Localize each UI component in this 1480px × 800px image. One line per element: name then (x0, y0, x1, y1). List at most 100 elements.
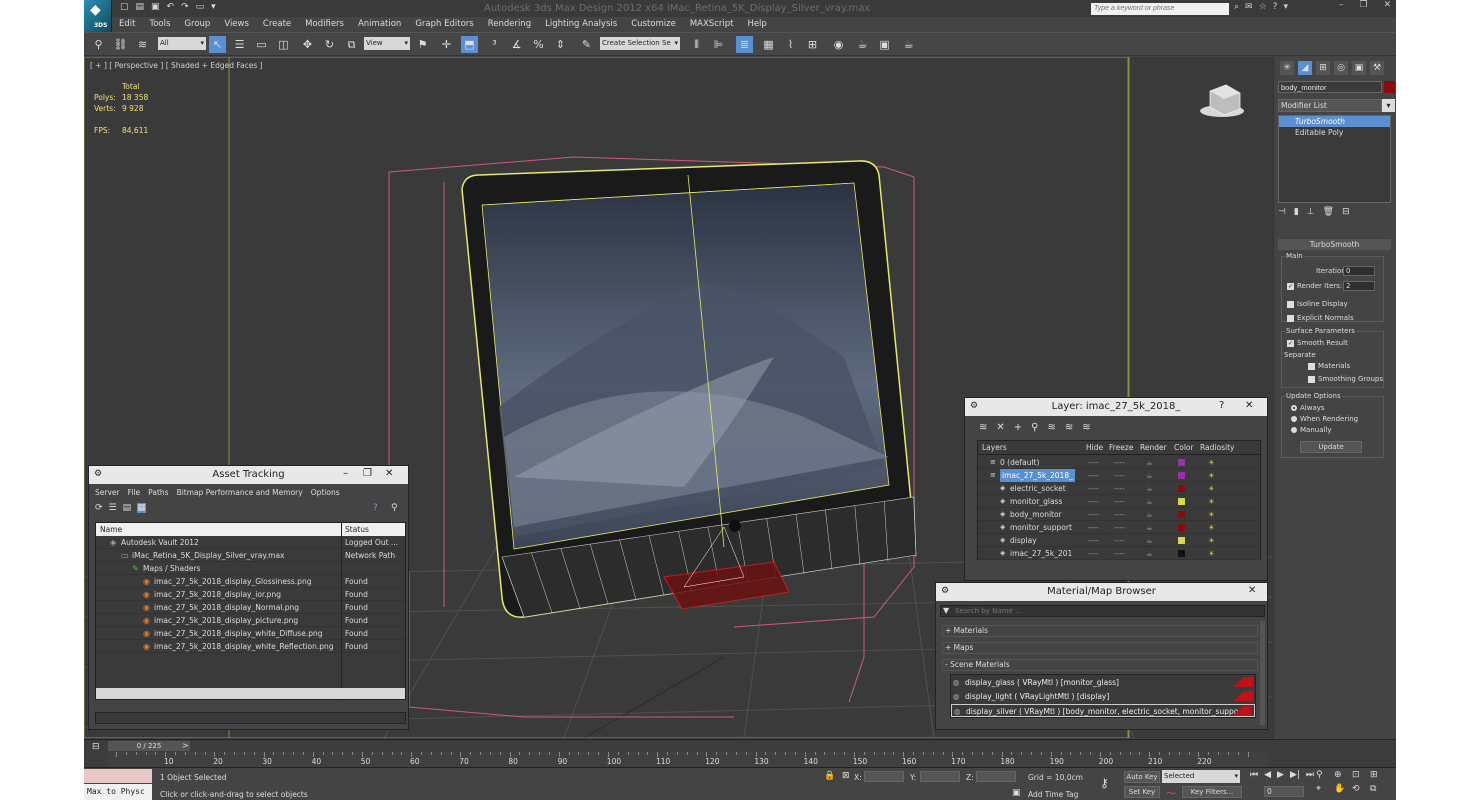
x-coord-field[interactable] (864, 771, 904, 782)
freeze-all-layers-icon[interactable]: ≋ (1082, 422, 1090, 433)
restore-icon[interactable]: ❐ (363, 468, 372, 479)
rendered-frame-icon[interactable]: ▣ (876, 36, 893, 53)
table-row[interactable]: ✎ Maps / Shaders (96, 562, 405, 575)
select-manipulate-icon[interactable]: ✛ (438, 36, 455, 53)
selection-filter-dropdown[interactable]: All ▾ (158, 37, 206, 50)
layer-color-swatch[interactable] (1178, 498, 1185, 505)
freeze-toggle[interactable]: ---- (1114, 469, 1125, 482)
smoothing-groups-checkbox[interactable] (1308, 375, 1315, 383)
radiosity-icon[interactable]: ☀ (1208, 508, 1215, 521)
zoom-icon[interactable]: ⚲ (1316, 770, 1334, 780)
chevron-down-icon[interactable]: ▾ (1283, 2, 1288, 12)
render-toggle-icon[interactable]: ☕ (1146, 534, 1153, 547)
new-file-icon[interactable]: ▢ (120, 2, 129, 12)
browser-options-icon[interactable]: ▼ (943, 606, 949, 615)
minimize-icon[interactable]: – (1339, 0, 1344, 10)
bind-spacewarp-icon[interactable]: ≋ (134, 36, 151, 53)
communication-icon[interactable]: ✉ (1245, 2, 1253, 12)
key-mode-dropdown[interactable]: Selected ▾ (1162, 770, 1240, 783)
asset-menu-file[interactable]: File (128, 488, 141, 497)
layer-row[interactable]: ◈ monitor_glass ---- ---- ☕ ☀ (978, 495, 1260, 508)
stack-item-turbosmooth[interactable]: TurboSmooth (1279, 116, 1390, 127)
viewcube[interactable] (1200, 84, 1244, 117)
slider-next-icon[interactable]: > (182, 741, 189, 750)
pan-icon[interactable]: ✋ (1334, 784, 1352, 794)
menu-item-customize[interactable]: Customize (624, 17, 683, 31)
asset-path-field[interactable] (95, 712, 406, 724)
turbosmooth-rollout-title[interactable]: TurboSmooth (1278, 239, 1391, 250)
unlink-icon[interactable]: ⛓ (112, 36, 129, 53)
horizontal-scrollbar[interactable] (96, 688, 405, 699)
render-toggle-icon[interactable]: ☕ (1146, 469, 1153, 482)
open-file-icon[interactable]: ▤ (136, 2, 145, 12)
fov-icon[interactable]: ⌖ (1316, 784, 1334, 794)
chevron-down-icon[interactable]: ▾ (211, 2, 216, 12)
layer-color-swatch[interactable] (1178, 485, 1185, 492)
hide-toggle[interactable]: ---- (1088, 495, 1099, 508)
app-logo-icon[interactable]: 3DS ◆ (84, 0, 112, 32)
pin-stack-icon[interactable]: ⊣ (1278, 207, 1286, 217)
vertical-scrollbar[interactable] (1260, 621, 1265, 725)
motion-tab-icon[interactable]: ◎ (1334, 61, 1348, 75)
freeze-toggle[interactable]: ---- (1114, 521, 1125, 534)
auto-key-button[interactable]: Auto Key (1124, 771, 1160, 783)
freeze-toggle[interactable]: ---- (1114, 547, 1125, 560)
menu-item-graph-editors[interactable]: Graph Editors (408, 17, 480, 31)
snap-3d-icon[interactable]: ³ (486, 36, 503, 53)
hide-toggle[interactable]: ---- (1088, 508, 1099, 521)
rect-selection-icon[interactable]: ▭ (253, 36, 270, 53)
layer-row[interactable]: ◈ display ---- ---- ☕ ☀ (978, 534, 1260, 547)
material-editor-icon[interactable]: ◉ (830, 36, 847, 53)
move-icon[interactable]: ✥ (299, 36, 316, 53)
freeze-toggle[interactable]: ---- (1114, 482, 1125, 495)
window-crossing-icon[interactable]: ◫ (275, 36, 292, 53)
display-tab-icon[interactable]: ▣ (1352, 61, 1366, 75)
hide-toggle[interactable]: ---- (1088, 547, 1099, 560)
hide-toggle[interactable]: ---- (1088, 482, 1099, 495)
scale-icon[interactable]: ⧉ (343, 36, 360, 53)
z-coord-field[interactable] (976, 771, 1016, 782)
script-output-field[interactable]: Max to Physc (84, 784, 152, 800)
close-icon[interactable]: ✕ (1384, 0, 1392, 10)
rotate-icon[interactable]: ↻ (321, 36, 338, 53)
render-toggle-icon[interactable]: ☕ (1146, 547, 1153, 560)
layer-color-swatch[interactable] (1178, 537, 1185, 544)
maximize-viewport-icon[interactable]: ⧉ (1370, 784, 1388, 794)
create-tab-icon[interactable]: ✳ (1280, 61, 1294, 75)
when-rendering-radio[interactable] (1291, 416, 1297, 422)
prev-frame-icon[interactable]: ◀ (1264, 770, 1271, 780)
menu-item-group[interactable]: Group (177, 17, 217, 31)
align-icon[interactable]: ⊫ (710, 36, 727, 53)
make-unique-icon[interactable]: ⊥ (1307, 207, 1315, 217)
pin-icon[interactable]: ⚲ (391, 503, 398, 513)
hide-toggle[interactable]: ---- (1088, 469, 1099, 482)
time-tag-icon[interactable]: ▣ (1012, 788, 1021, 798)
edit-named-selection-icon[interactable]: ✎ (578, 36, 595, 53)
favorites-icon[interactable]: ☆ (1259, 2, 1267, 12)
render-toggle-icon[interactable]: ☕ (1146, 456, 1153, 469)
redo-icon[interactable]: ↷ (181, 2, 189, 12)
close-icon[interactable]: ✕ (1245, 400, 1253, 411)
explicit-normals-checkbox[interactable] (1287, 314, 1294, 322)
show-end-result-icon[interactable]: ▮ (1294, 207, 1299, 217)
viewport-label[interactable]: [ + ] [ Perspective ] [ Shaded + Edged F… (90, 61, 263, 70)
restore-icon[interactable]: ❐ (1360, 0, 1368, 10)
asset-menu-paths[interactable]: Paths (148, 488, 168, 497)
menu-item-views[interactable]: Views (217, 17, 256, 31)
layer-color-swatch[interactable] (1178, 459, 1185, 466)
select-by-name-icon[interactable]: ☰ (231, 36, 248, 53)
layer-row[interactable]: ◈ electric_socket ---- ---- ☕ ☀ (978, 482, 1260, 495)
asset-menu-options[interactable]: Options (311, 488, 340, 497)
browser-section-2[interactable]: - Scene Materials (942, 659, 1258, 671)
key-icon[interactable]: ⚷ (1100, 776, 1109, 790)
select-layer-objects-icon[interactable]: ⚲ (1031, 422, 1038, 433)
chevron-down-icon[interactable]: ▾ (1382, 99, 1395, 112)
pivot-center-icon[interactable]: ⚑ (414, 36, 431, 53)
list-view-icon[interactable]: ☰ (109, 503, 117, 513)
remove-modifier-icon[interactable]: 🗑 (1323, 207, 1334, 217)
create-layer-icon[interactable]: ≋ (979, 422, 987, 433)
radiosity-icon[interactable]: ☀ (1208, 521, 1215, 534)
radiosity-icon[interactable]: ☀ (1208, 495, 1215, 508)
time-slider[interactable]: 0 / 225 (108, 741, 190, 751)
freeze-toggle[interactable]: ---- (1114, 534, 1125, 547)
